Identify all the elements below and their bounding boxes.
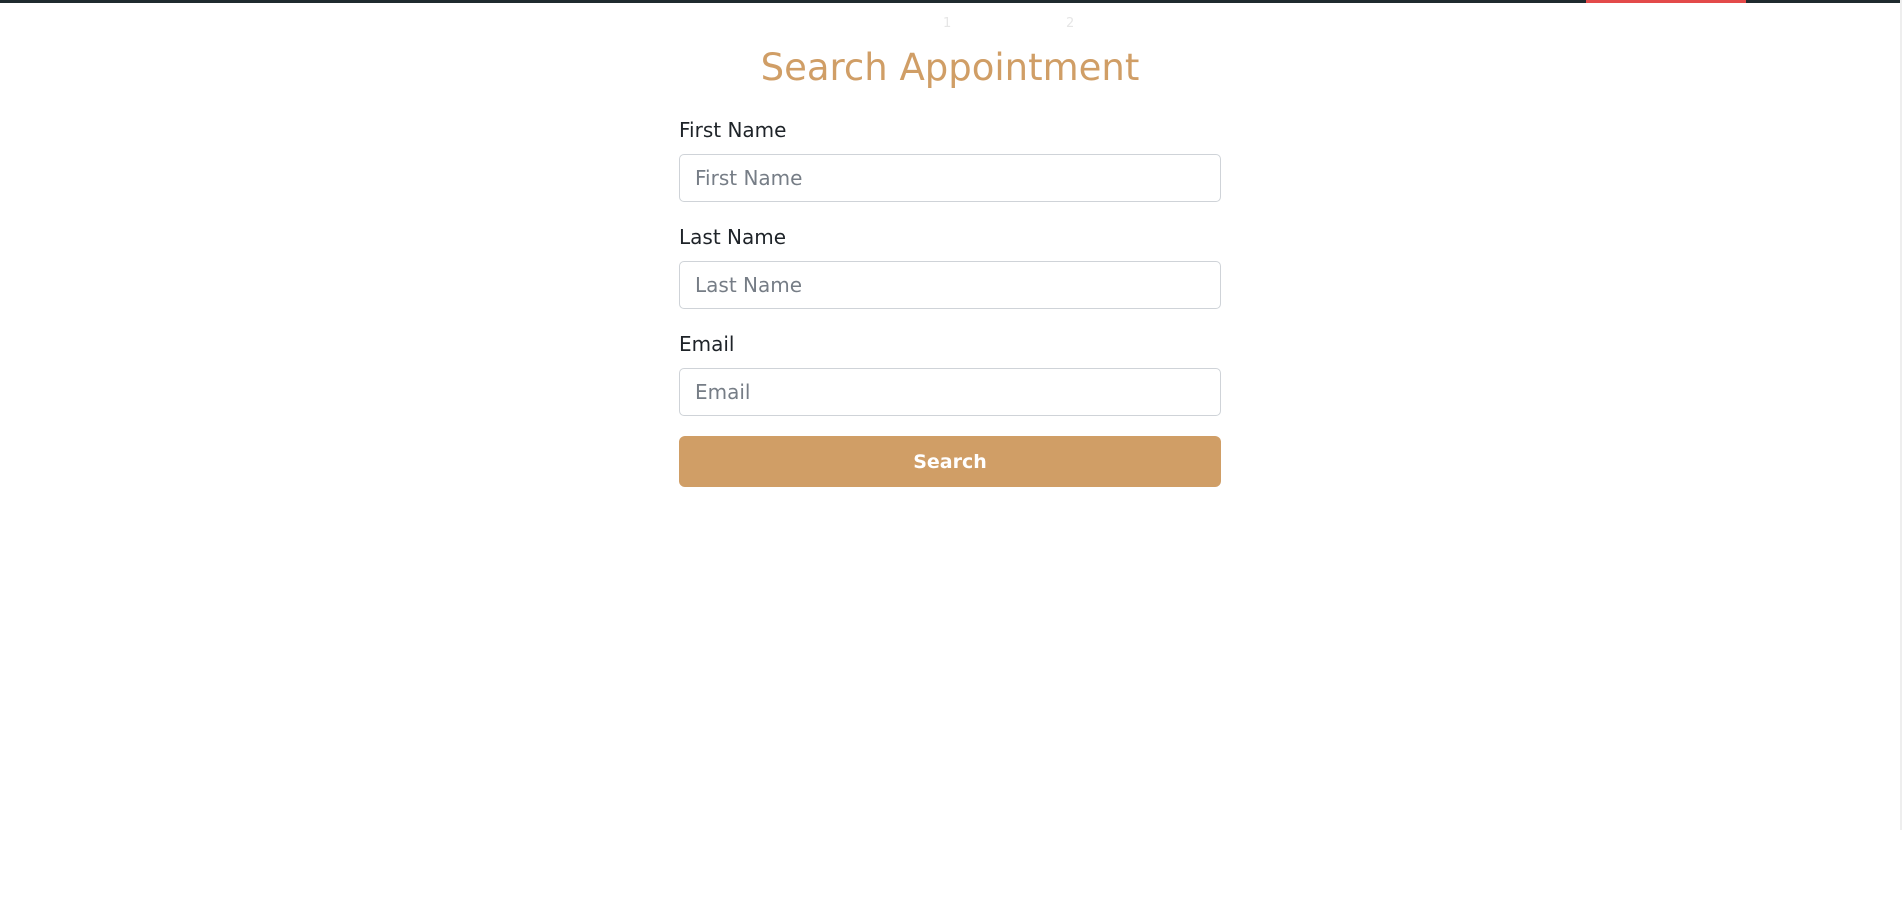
last-name-input[interactable] [679,261,1221,309]
progress-step-1: 1 [943,16,952,31]
last-name-label: Last Name [679,225,787,249]
top-bar-accent [1586,0,1746,3]
search-button[interactable]: Search [679,436,1221,487]
first-name-input[interactable] [679,154,1221,202]
last-name-group: Last Name [679,223,1221,309]
email-label: Email [679,332,735,356]
page-title: Search Appointment [760,46,1140,89]
email-group: Email [679,330,1221,416]
email-input[interactable] [679,368,1221,416]
search-appointment-form: First Name Last Name Email Search [679,116,1221,487]
first-name-label: First Name [679,118,787,142]
progress-step-2: 2 [1066,16,1075,31]
first-name-group: First Name [679,116,1221,202]
